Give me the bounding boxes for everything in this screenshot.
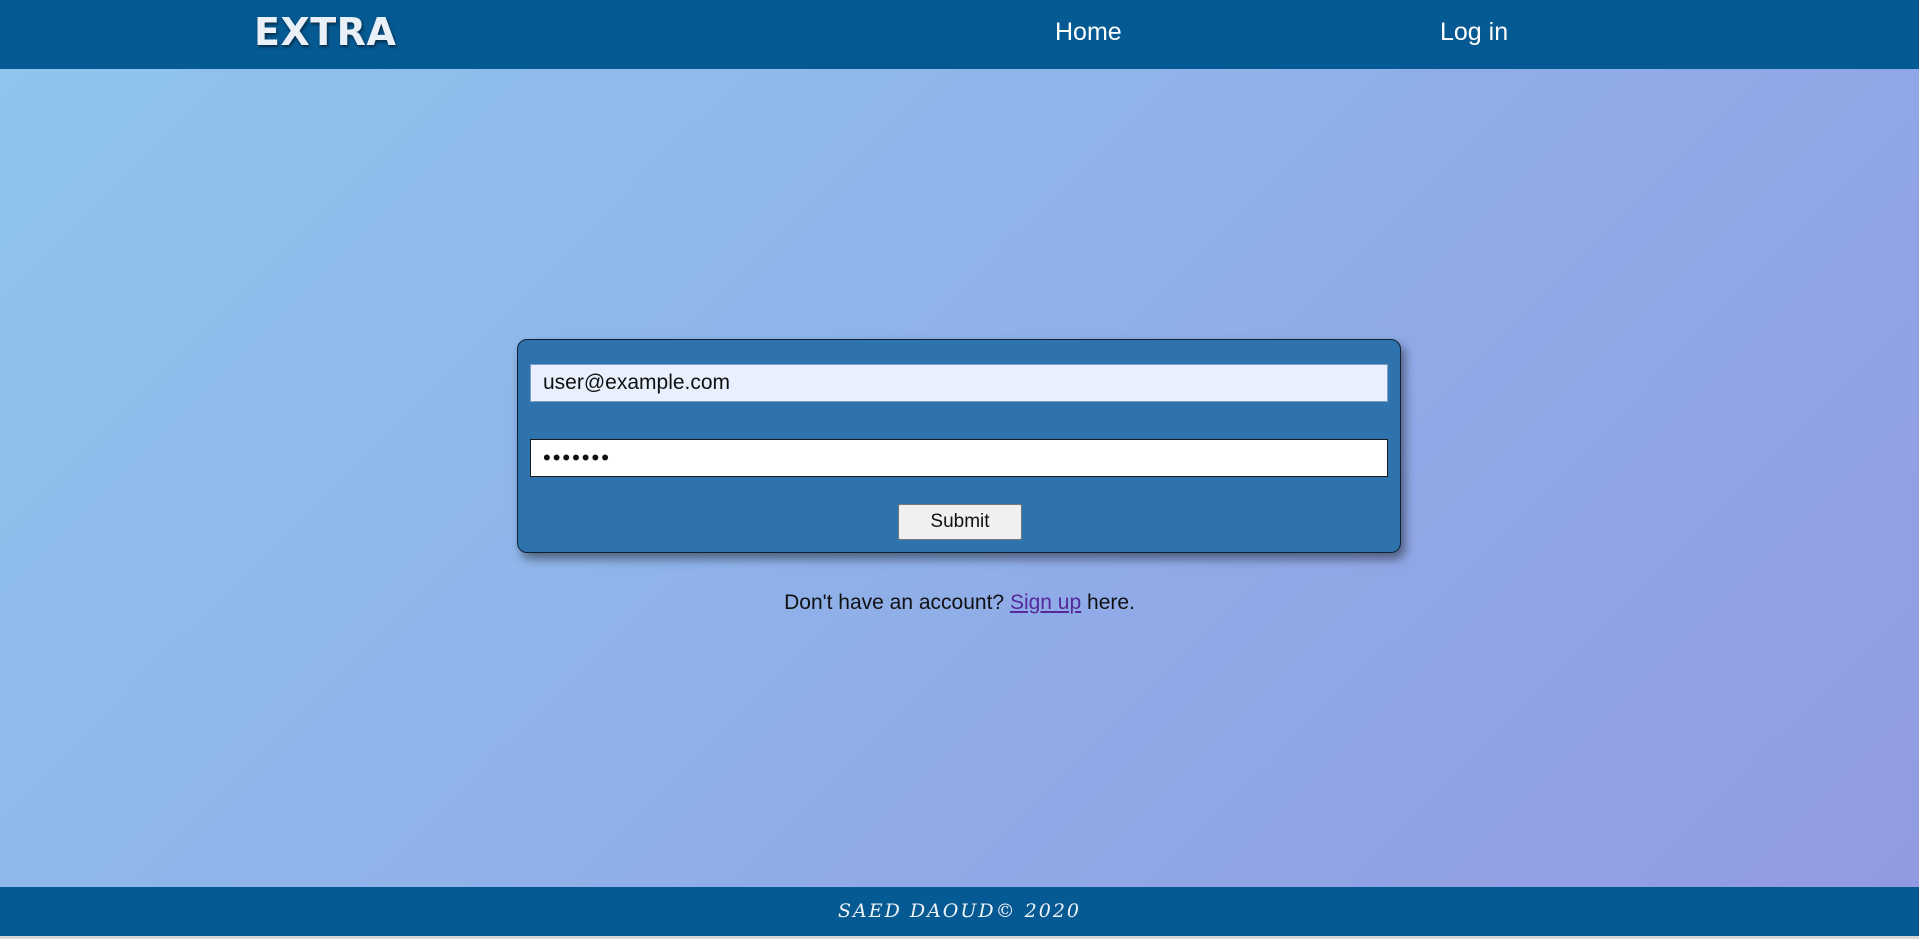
signup-prefix-text: Don't have an account? <box>784 591 1005 614</box>
nav-login-link[interactable]: Log in <box>1440 14 1508 50</box>
footer-copyright: SAED DAOUD© 2020 <box>837 900 1082 922</box>
signup-link[interactable]: Sign up <box>1010 591 1081 614</box>
login-form: Submit <box>517 339 1401 553</box>
signup-prompt: Don't have an account? Sign up here. <box>0 588 1919 618</box>
top-navbar: EXTRA Home Log in <box>0 0 1919 69</box>
signup-suffix-text: here. <box>1087 591 1135 614</box>
submit-button[interactable]: Submit <box>898 504 1022 540</box>
email-field[interactable] <box>530 364 1388 402</box>
page-footer: SAED DAOUD© 2020 <box>0 887 1919 936</box>
nav-home-link[interactable]: Home <box>1055 14 1122 50</box>
brand-logo[interactable]: EXTRA <box>254 6 396 58</box>
password-field[interactable] <box>530 439 1388 477</box>
